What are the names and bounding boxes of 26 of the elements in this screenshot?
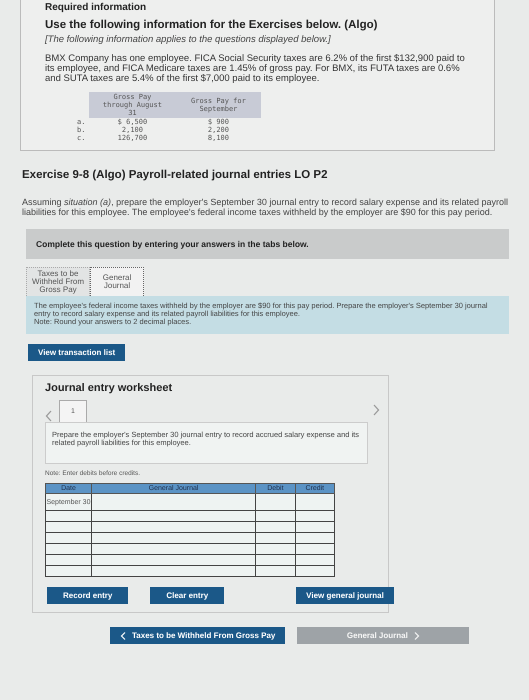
info-note: [The following information applies to the questions displayed below.] <box>45 34 332 45</box>
chevron-right-icon <box>414 632 420 640</box>
account-input[interactable] <box>91 532 256 544</box>
chevron-left-icon <box>120 632 126 640</box>
section-heading: Required information <box>45 2 148 13</box>
credit-input[interactable] <box>295 494 334 510</box>
account-input[interactable] <box>91 544 256 554</box>
debit-input[interactable] <box>256 494 296 510</box>
exercise-prompt: Assuming situation (a), prepare the employer's September 30 journal entry to record salary expense and its related payroll liabilities for this employee. The employee's federal income taxes withheld by the employer are $90 for this pay period. <box>22 197 509 217</box>
view-transaction-button[interactable]: View transaction list <box>28 344 126 361</box>
account-input[interactable] <box>91 554 256 566</box>
account-input[interactable] <box>91 566 256 576</box>
instruction-bar: Complete this question by entering your answers in the tabs below. <box>26 229 509 259</box>
account-input[interactable] <box>91 510 256 522</box>
nav-button[interactable]: Taxes to be Withheld From Gross Pay <box>110 627 286 644</box>
tab[interactable]: General Journal <box>90 267 144 296</box>
account-input[interactable] <box>91 494 256 510</box>
account-input[interactable] <box>91 522 256 532</box>
info-paragraph: BMX Company has one employee. FICA Social Security taxes are 6.2% of the first $132,900 paid to its employee, and FICA Medicare taxes are 1.45% of gross pay. For BMX, its FUTA taxes are 0.6% and SUTA taxes are 5.4% of the first $7,000 paid to its employee. <box>45 54 466 84</box>
info-title: Use the following information for the Exercises below. (Algo) <box>45 19 378 31</box>
exercise-title: Exercise 9-8 (Algo) Payroll-related journal entries LO P2 <box>22 169 328 181</box>
worksheet-button[interactable]: Record entry <box>47 587 128 604</box>
worksheet-button[interactable]: View general journal <box>296 587 394 604</box>
tab[interactable]: Taxes to be Withheld From Gross Pay <box>26 267 90 296</box>
worksheet-title: Journal entry worksheet <box>45 382 174 394</box>
worksheet-button[interactable]: Clear entry <box>150 587 224 604</box>
